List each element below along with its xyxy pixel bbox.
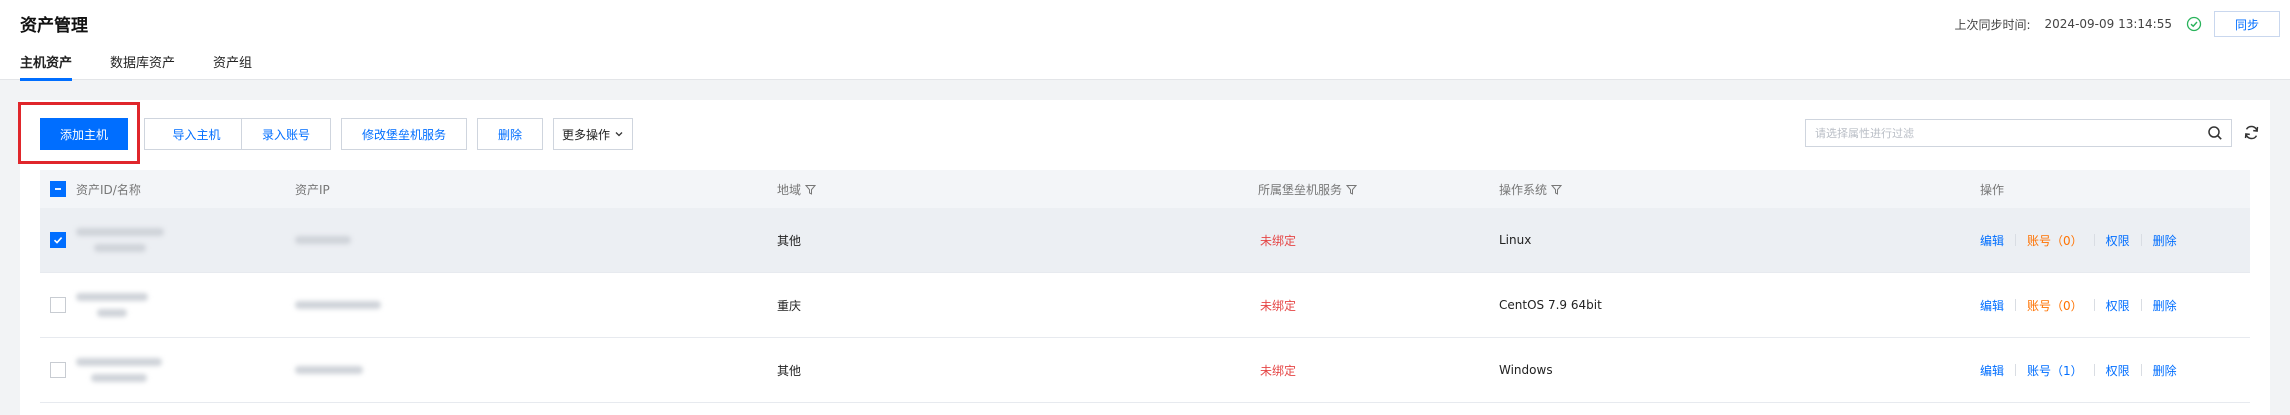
redacted-asset-id — [76, 338, 162, 402]
account-link[interactable]: 账号（1） — [2027, 362, 2083, 379]
redacted-asset-id — [76, 208, 164, 272]
separator — [2015, 364, 2017, 376]
row-actions: 编辑 账号（0） 权限 删除 — [1980, 208, 2177, 272]
col-bastion-label: 所属堡垒机服务 — [1258, 182, 1343, 197]
col-asset-ip: 资产IP — [295, 182, 330, 197]
table-header: 资产ID/名称 资产IP 地域 所属堡垒机服务 操作系统 操作 — [40, 170, 2250, 208]
separator — [2093, 364, 2095, 376]
row-os: CentOS 7.9 64bit — [1499, 298, 1602, 312]
add-host-button[interactable]: 添加主机 — [40, 118, 128, 150]
row-checkbox[interactable] — [50, 297, 66, 313]
account-link[interactable]: 账号（0） — [2027, 232, 2083, 249]
tab-asset-groups[interactable]: 资产组 — [213, 52, 252, 81]
row-region: 其他 — [777, 363, 802, 378]
host-asset-panel: 添加主机 导入主机 录入账号 修改堡垒机服务 删除 更多操作 资产ID/名称 资… — [18, 100, 2270, 415]
separator — [2015, 299, 2017, 311]
filter-icon[interactable] — [1551, 184, 1563, 195]
col-os: 操作系统 — [1499, 170, 1563, 208]
sync-button[interactable]: 同步 — [2213, 11, 2280, 37]
col-actions: 操作 — [1980, 182, 2005, 197]
permission-link[interactable]: 权限 — [2106, 297, 2130, 314]
separator — [2093, 299, 2095, 311]
redacted-asset-ip — [295, 273, 381, 337]
minus-icon — [55, 188, 61, 190]
refresh-icon[interactable] — [2243, 124, 2260, 141]
separator — [2015, 234, 2017, 246]
row-os: Linux — [1499, 233, 1532, 247]
modify-bastion-button[interactable]: 修改堡垒机服务 — [341, 118, 467, 150]
table-row[interactable]: 其他 未绑定 Linux 编辑 账号（0） 权限 删除 — [40, 208, 2250, 273]
col-os-label: 操作系统 — [1499, 182, 1548, 197]
permission-link[interactable]: 权限 — [2106, 232, 2130, 249]
tab-host-assets[interactable]: 主机资产 — [20, 52, 73, 81]
row-region: 重庆 — [777, 298, 802, 313]
edit-link[interactable]: 编辑 — [1980, 362, 2004, 379]
filter-search-input[interactable] — [1806, 120, 2207, 146]
redacted-asset-ip — [295, 338, 363, 402]
delete-link[interactable]: 删除 — [2153, 297, 2177, 314]
sync-time: 2024-09-09 13:14:55 — [2044, 17, 2172, 31]
more-actions-label: 更多操作 — [561, 127, 610, 142]
row-bastion-status: 未绑定 — [1260, 298, 1297, 313]
row-actions: 编辑 账号（1） 权限 删除 — [1980, 338, 2177, 402]
permission-link[interactable]: 权限 — [2106, 362, 2130, 379]
sync-status: 上次同步时间: 2024-09-09 13:14:55 同步 — [1954, 11, 2280, 37]
import-host-button[interactable]: 导入主机 — [144, 118, 249, 150]
host-asset-table: 资产ID/名称 资产IP 地域 所属堡垒机服务 操作系统 操作 其他 未绑定 L… — [40, 170, 2250, 403]
separator — [2140, 299, 2142, 311]
row-region: 其他 — [777, 233, 802, 248]
row-os: Windows — [1499, 363, 1553, 377]
filter-icon[interactable] — [805, 184, 817, 195]
col-asset-id-name: 资产ID/名称 — [76, 182, 141, 197]
delete-link[interactable]: 删除 — [2153, 362, 2177, 379]
page-title: 资产管理 — [20, 16, 88, 36]
table-row[interactable]: 重庆 未绑定 CentOS 7.9 64bit 编辑 账号（0） 权限 删除 — [40, 273, 2250, 338]
sync-label: 上次同步时间: — [1954, 17, 2031, 32]
row-checkbox[interactable] — [50, 232, 66, 248]
search-icon[interactable] — [2207, 125, 2223, 141]
tab-bar: 主机资产 数据库资产 资产组 — [20, 52, 290, 81]
separator — [2140, 364, 2142, 376]
row-bastion-status: 未绑定 — [1260, 363, 1297, 378]
filter-search-box — [1805, 119, 2232, 147]
separator — [2140, 234, 2142, 246]
more-actions-button[interactable]: 更多操作 — [553, 118, 633, 150]
table-row[interactable]: 其他 未绑定 Windows 编辑 账号（1） 权限 删除 — [40, 338, 2250, 403]
redacted-asset-id — [76, 273, 148, 337]
chevron-down-icon — [615, 132, 623, 137]
row-checkbox[interactable] — [50, 362, 66, 378]
checkmark-icon — [53, 237, 63, 244]
enter-account-button[interactable]: 录入账号 — [241, 118, 331, 150]
redacted-asset-ip — [295, 208, 351, 272]
delete-link[interactable]: 删除 — [2153, 232, 2177, 249]
row-bastion-status: 未绑定 — [1260, 233, 1297, 248]
row-actions: 编辑 账号（0） 权限 删除 — [1980, 273, 2177, 337]
account-link[interactable]: 账号（0） — [2027, 297, 2083, 314]
check-circle-icon — [2186, 16, 2202, 32]
col-bastion-service: 所属堡垒机服务 — [1258, 170, 1358, 208]
col-region: 地域 — [777, 170, 817, 208]
separator — [2093, 234, 2095, 246]
page-header: 资产管理 主机资产 数据库资产 资产组 上次同步时间: 2024-09-09 1… — [0, 0, 2290, 81]
edit-link[interactable]: 编辑 — [1980, 297, 2004, 314]
col-region-label: 地域 — [777, 182, 802, 197]
delete-button[interactable]: 删除 — [477, 118, 543, 150]
edit-link[interactable]: 编辑 — [1980, 232, 2004, 249]
select-all-checkbox[interactable] — [50, 181, 66, 197]
tab-database-assets[interactable]: 数据库资产 — [110, 52, 175, 81]
filter-icon[interactable] — [1346, 184, 1358, 195]
